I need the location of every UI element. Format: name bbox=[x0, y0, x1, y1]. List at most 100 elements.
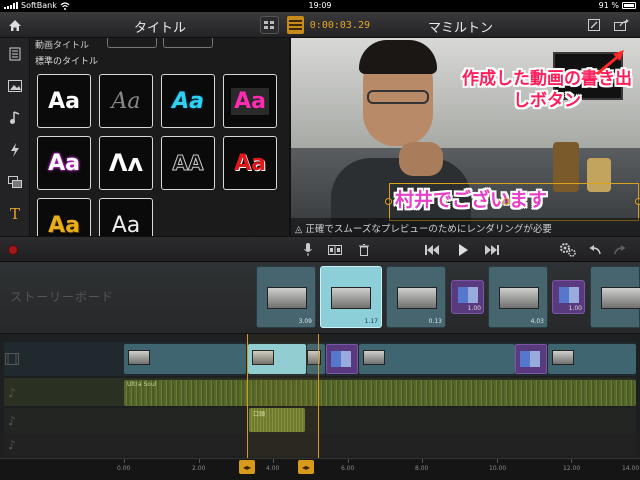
storyboard-clip[interactable] bbox=[590, 266, 640, 328]
tile-sample-text: Aa bbox=[234, 150, 266, 176]
ruler-tick bbox=[348, 459, 349, 463]
export-icon[interactable] bbox=[612, 17, 632, 33]
range-start-handle[interactable]: ◂▸ bbox=[239, 460, 255, 474]
clip-duration: 3.09 bbox=[298, 318, 312, 325]
panel-title-left: タイトル bbox=[134, 21, 187, 36]
ruler-label: 4.00 bbox=[266, 465, 280, 472]
transition-icon bbox=[520, 351, 540, 367]
caption-move-handle[interactable] bbox=[503, 198, 510, 205]
ruler-tick bbox=[497, 459, 498, 463]
battery-icon bbox=[622, 2, 636, 9]
gallery-tile-partial[interactable] bbox=[107, 38, 157, 48]
title-style-tile[interactable]: Aa bbox=[37, 74, 91, 128]
record-icon[interactable] bbox=[8, 245, 18, 255]
tile-sample-text: Aa bbox=[172, 88, 204, 114]
ruler-label: 6.00 bbox=[341, 465, 355, 472]
title-style-tile[interactable]: Aa bbox=[99, 198, 153, 236]
tile-sample-text: Aa bbox=[48, 150, 80, 176]
title-style-tile[interactable]: AA bbox=[161, 136, 215, 190]
title-style-tile[interactable]: Aa bbox=[37, 198, 91, 236]
transition-duration: 1.00 bbox=[568, 305, 582, 312]
title-caption-text[interactable]: 村井でございます bbox=[395, 185, 547, 212]
timeline-video-clip[interactable] bbox=[359, 344, 515, 374]
clip-thumbnail bbox=[128, 350, 150, 365]
audio-track-3 bbox=[4, 434, 636, 456]
storyboard-transition[interactable]: 1.00 bbox=[451, 280, 484, 314]
redo-icon[interactable] bbox=[612, 241, 628, 259]
film-strip-icon[interactable] bbox=[286, 16, 304, 34]
undo-icon[interactable] bbox=[587, 241, 603, 259]
ruler-tick bbox=[273, 459, 274, 463]
clip-duration: 1.17 bbox=[364, 318, 378, 325]
skip-forward-icon[interactable] bbox=[484, 241, 500, 259]
transition-icon bbox=[458, 287, 478, 303]
ruler-label: 10.00 bbox=[489, 465, 507, 472]
transition-bolt-icon[interactable] bbox=[5, 140, 25, 160]
storyboard-clip[interactable]: 4.03 bbox=[488, 266, 548, 328]
tile-sample-text: Aa bbox=[48, 88, 80, 114]
timeline-video-clip[interactable] bbox=[124, 344, 246, 374]
photo-icon[interactable] bbox=[5, 76, 25, 96]
title-style-tile[interactable]: Aa bbox=[161, 74, 215, 128]
video-preview[interactable]: 作成した動画の書き出しボタン 村井でございます ◬ 正確でスムーズなプレビューの… bbox=[289, 38, 640, 236]
transition-icon bbox=[559, 287, 579, 303]
ruler-tick bbox=[422, 459, 423, 463]
clip-thumbnail bbox=[331, 287, 371, 309]
timecode-area: 0:00:03.29 bbox=[260, 15, 370, 35]
caption-resize-handle[interactable] bbox=[385, 198, 392, 205]
tile-sample-text: Aa bbox=[48, 212, 80, 237]
ruler-tick bbox=[571, 459, 572, 463]
split-icon[interactable] bbox=[326, 241, 344, 259]
music-clip[interactable] bbox=[124, 380, 636, 406]
timeline-transition[interactable] bbox=[515, 344, 547, 374]
timecode-readout: 0:00:03.29 bbox=[309, 19, 370, 31]
storyboard-grid-icon[interactable] bbox=[260, 16, 279, 34]
preview-person-hair bbox=[359, 40, 437, 74]
title-style-tile[interactable]: Ʌʌ bbox=[99, 136, 153, 190]
video-track-icon bbox=[0, 346, 24, 372]
tile-sample-text: Aa bbox=[231, 87, 269, 115]
tile-sample-text: Aa bbox=[111, 212, 141, 237]
storyboard: ストーリーボード 3.09 1.17 0.13 1.00 4.03 1.00 bbox=[0, 262, 640, 334]
play-icon[interactable] bbox=[455, 241, 471, 259]
preview-person-glasses bbox=[367, 90, 429, 104]
skip-back-icon[interactable] bbox=[424, 241, 440, 259]
ruler-tick bbox=[124, 459, 125, 463]
voice-track-icon: ♪ bbox=[8, 414, 16, 428]
ruler-tick bbox=[199, 459, 200, 463]
ruler-label: 8.00 bbox=[415, 465, 429, 472]
render-warning-icon: ◬ bbox=[295, 224, 306, 235]
clip-duration: 0.13 bbox=[428, 318, 442, 325]
clip-thumbnail bbox=[552, 350, 574, 365]
storyboard-clip[interactable]: 3.09 bbox=[256, 266, 316, 328]
tile-sample-text: AA bbox=[172, 151, 204, 176]
title-style-tile[interactable]: Aa bbox=[223, 74, 277, 128]
audio-track-3-icon: ♪ bbox=[8, 438, 16, 452]
time-ruler[interactable]: 0.00 2.00 4.00 6.00 8.00 10.00 12.00 14.… bbox=[0, 458, 640, 480]
timeline-video-clip[interactable] bbox=[548, 344, 636, 374]
edit-project-icon[interactable] bbox=[586, 17, 602, 33]
storyboard-clip-selected[interactable]: 1.17 bbox=[320, 266, 382, 328]
gallery-tile-partial[interactable] bbox=[163, 38, 213, 48]
title-t-icon[interactable]: T bbox=[5, 204, 25, 224]
range-end-handle[interactable]: ◂▸ bbox=[298, 460, 314, 474]
storyboard-transition[interactable]: 1.00 bbox=[552, 280, 585, 314]
layers-icon[interactable] bbox=[5, 172, 25, 192]
title-style-tile[interactable]: Aa bbox=[99, 74, 153, 128]
clip-library-icon[interactable] bbox=[5, 44, 25, 64]
home-icon[interactable] bbox=[6, 16, 24, 34]
timeline-transition[interactable] bbox=[326, 344, 358, 374]
microphone-icon[interactable] bbox=[300, 241, 316, 259]
selection-range[interactable] bbox=[247, 334, 319, 460]
project-title[interactable]: マミルトン bbox=[428, 17, 493, 36]
storyboard-clip[interactable]: 0.13 bbox=[386, 266, 446, 328]
ruler-label: 12.00 bbox=[563, 465, 581, 472]
clip-thumbnail bbox=[601, 287, 640, 309]
title-style-tile[interactable]: Aa bbox=[37, 136, 91, 190]
music-note-icon[interactable] bbox=[5, 108, 25, 128]
trash-icon[interactable] bbox=[356, 241, 372, 259]
tile-sample-text: Ʌʌ bbox=[108, 149, 144, 177]
settings-gears-icon[interactable] bbox=[557, 241, 579, 259]
caption-resize-handle[interactable] bbox=[635, 198, 640, 205]
title-style-tile[interactable]: Aa bbox=[223, 136, 277, 190]
